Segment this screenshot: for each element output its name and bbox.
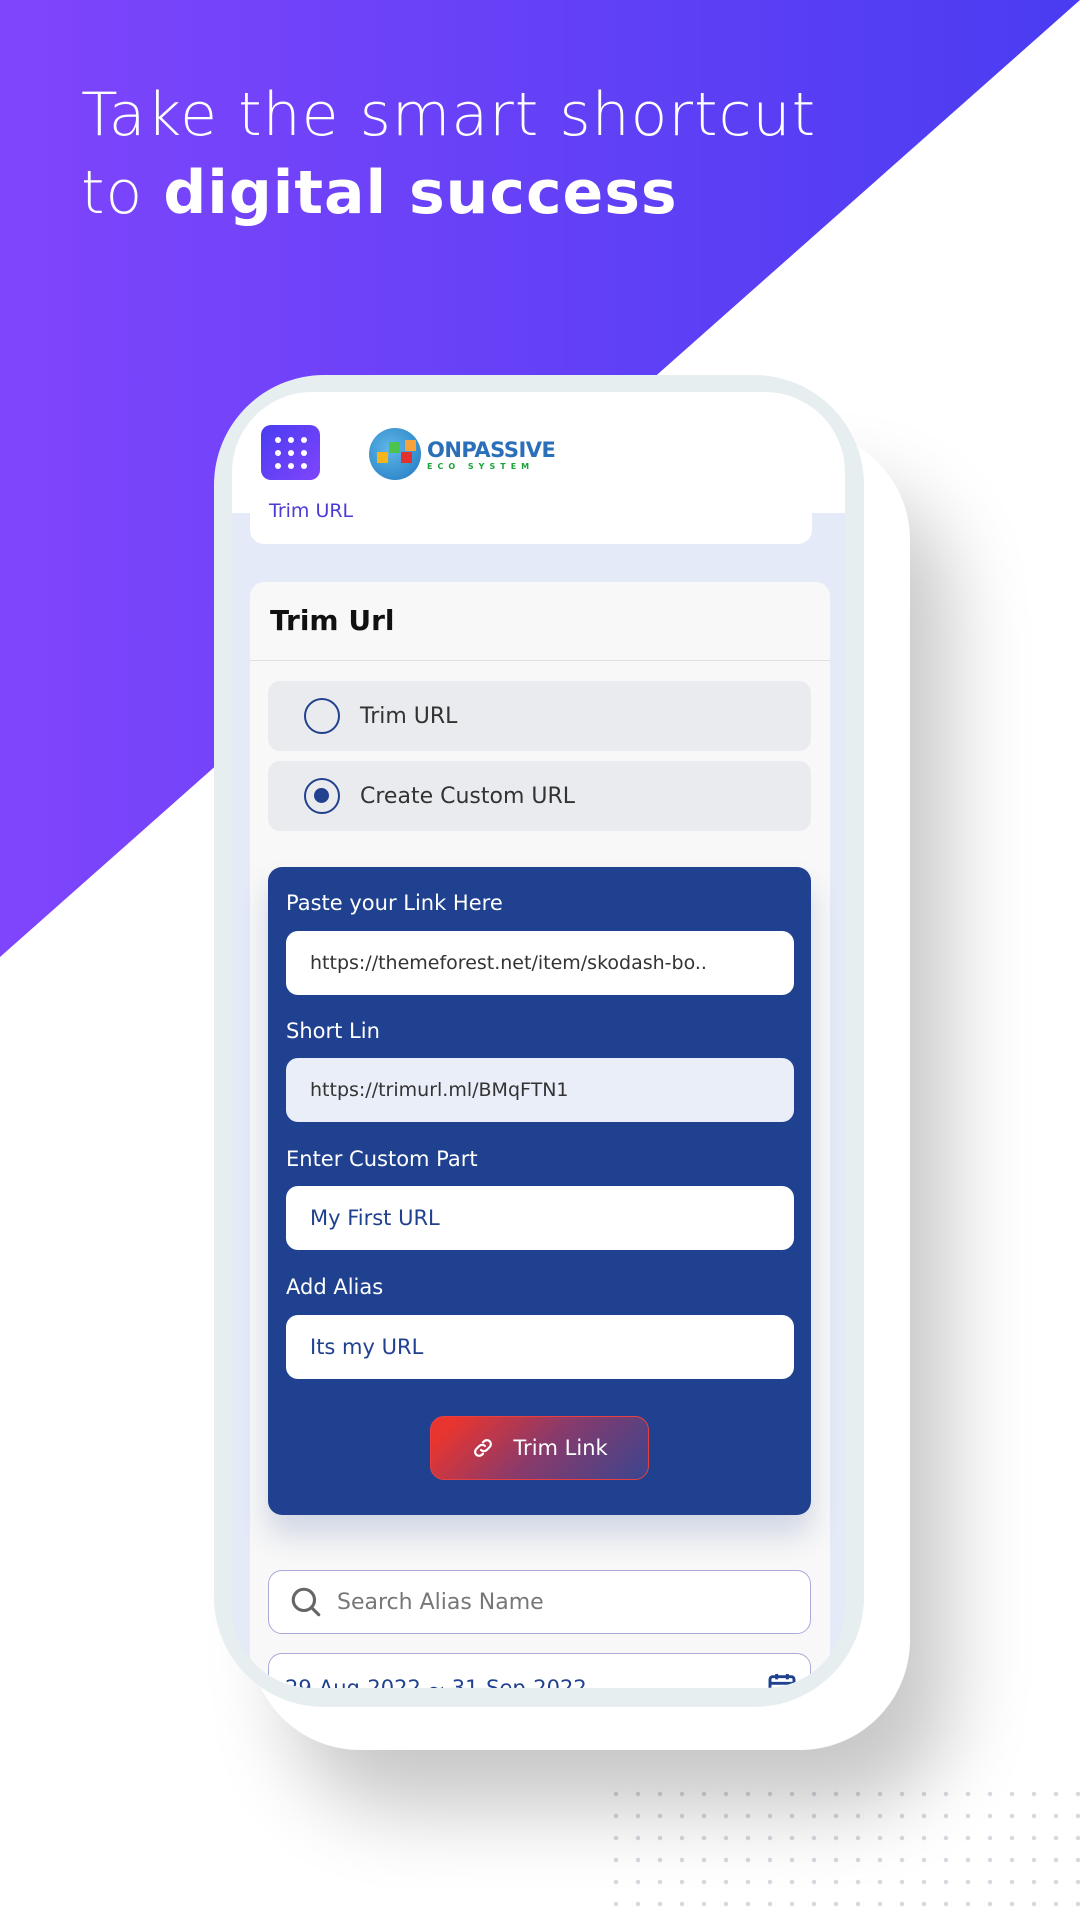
radio-label: Trim URL (360, 703, 458, 729)
apps-menu-button[interactable] (261, 425, 320, 480)
search-placeholder: Search Alias Name (337, 1589, 544, 1615)
radio-create-custom-url[interactable]: Create Custom URL (268, 761, 811, 831)
card-title: Trim Url (250, 582, 830, 661)
logo-globe-icon (369, 428, 421, 480)
custom-part-input[interactable]: My First URL (286, 1186, 794, 1250)
custom-part-label: Enter Custom Part (286, 1147, 478, 1171)
search-alias-input[interactable]: Search Alias Name (268, 1570, 811, 1634)
headline-prefix: to (81, 158, 164, 228)
headline-line1: Take the smart shortcut (81, 80, 817, 150)
headline-bold: digital success (163, 158, 678, 228)
alias-input[interactable]: Its my URL (286, 1315, 794, 1379)
trim-link-button[interactable]: Trim Link (430, 1416, 649, 1480)
phone-screen: ONPASSIVE ECO SYSTEM Trim URL Trim Url Tr… (232, 392, 845, 1688)
radio-label: Create Custom URL (360, 783, 576, 809)
short-link-field[interactable]: https://trimurl.ml/BMqFTN1 (286, 1058, 794, 1122)
date-range-field[interactable]: 29-Aug-2022 ~ 31-Sep-2022 (268, 1653, 811, 1688)
trim-link-label: Trim Link (513, 1436, 608, 1460)
trim-url-card: Trim Url Trim URL Create Custom URL Past… (250, 582, 830, 1688)
headline-line2: to digital success (81, 154, 816, 232)
link-icon (474, 1439, 493, 1457)
radio-icon (304, 698, 340, 734)
short-link-label: Short Lin (286, 1019, 380, 1043)
radio-trim-url[interactable]: Trim URL (268, 681, 811, 751)
dot-pattern (605, 1783, 1080, 1920)
link-label: Paste your Link Here (286, 891, 503, 915)
radio-selected-icon (304, 778, 340, 814)
alias-label: Add Alias (286, 1275, 384, 1299)
search-icon (291, 1587, 321, 1617)
onpassive-logo: ONPASSIVE ECO SYSTEM (369, 428, 556, 480)
date-range-value: 29-Aug-2022 ~ 31-Sep-2022 (285, 1676, 587, 1688)
link-input[interactable]: https://themeforest.net/item/skodash-bo.… (286, 931, 794, 995)
calendar-icon[interactable] (766, 1670, 798, 1688)
breadcrumb[interactable]: Trim URL (269, 500, 353, 522)
custom-url-form: Paste your Link Here https://themeforest… (268, 867, 811, 1515)
headline: Take the smart shortcut to digital succe… (81, 76, 816, 232)
